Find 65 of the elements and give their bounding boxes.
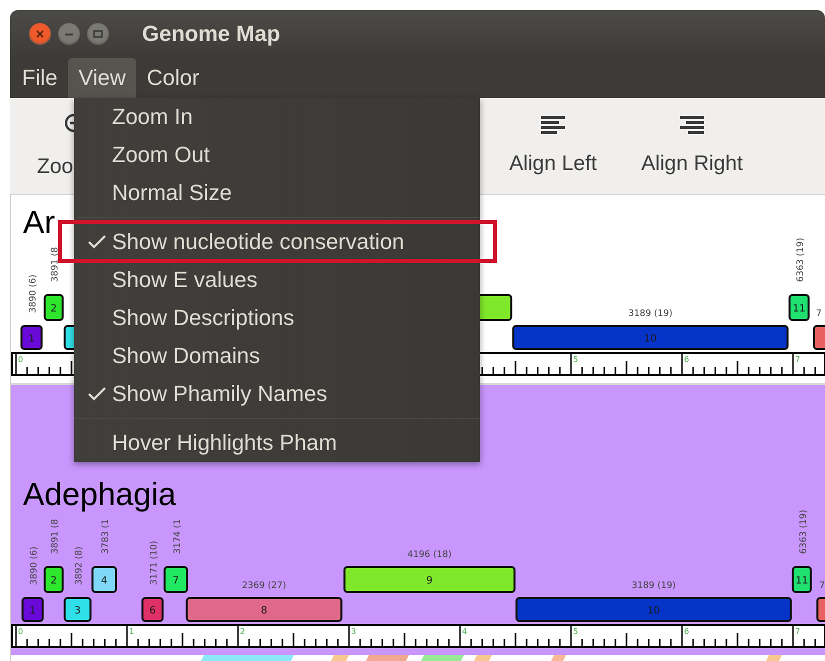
gene-block[interactable]: 9 xyxy=(343,566,516,593)
gene-label: 7 xyxy=(819,581,825,591)
phage-name: Ar xyxy=(23,204,55,240)
gene-label: 3171 (10) xyxy=(150,540,160,585)
align-left-icon xyxy=(541,116,565,134)
gene-label: 3174 (1 xyxy=(172,518,183,554)
menu-item[interactable]: Show E values xyxy=(74,261,480,299)
gene-label: 3783 (1 xyxy=(101,518,112,554)
scale-number: 5 xyxy=(573,355,578,364)
gene-block[interactable]: 2 xyxy=(44,294,64,321)
menu-item[interactable]: Zoom In xyxy=(74,98,480,136)
scale-number: 4 xyxy=(462,627,468,636)
toolbar-button[interactable]: Align Left xyxy=(490,116,616,176)
gene-label: 3891 (8 xyxy=(50,246,61,282)
phage-name: Adephagia xyxy=(23,476,176,512)
gene-block[interactable]: 8 xyxy=(186,597,342,622)
gene-label: 3892 (8) xyxy=(74,546,85,585)
scale-number: 1 xyxy=(129,627,134,636)
align-right-icon xyxy=(680,116,704,134)
minimize-button[interactable] xyxy=(58,23,80,45)
gene-label: 3189 (19) xyxy=(628,309,672,319)
gene-block[interactable]: 3 xyxy=(64,597,92,622)
gene-label: 3890 (6) xyxy=(30,546,40,585)
gene-label: 2369 (27) xyxy=(242,581,286,591)
maximize-button[interactable] xyxy=(87,23,109,45)
scale-number: 0 xyxy=(18,355,24,364)
scale-number: 0 xyxy=(18,627,24,636)
gene-label: 6363 (19) xyxy=(796,238,806,282)
scale-number: 3 xyxy=(351,627,356,636)
gene-block[interactable]: 11 xyxy=(792,566,812,593)
gene-block[interactable] xyxy=(816,597,825,622)
scale-number: 2 xyxy=(240,627,246,636)
gene-block[interactable] xyxy=(812,325,825,350)
menu-item[interactable]: Hover Highlights Pham xyxy=(74,424,480,462)
scale-number: 6 xyxy=(684,627,690,636)
scale-number: 7 xyxy=(795,355,800,364)
maximize-icon xyxy=(93,30,103,38)
gene-block[interactable]: 6 xyxy=(141,597,164,622)
scale-number: 7 xyxy=(795,627,800,636)
scale-number: 5 xyxy=(573,627,578,636)
menu-item[interactable]: View xyxy=(68,58,136,98)
menu-item[interactable]: Zoom Out xyxy=(74,136,480,174)
menu-item[interactable]: Color xyxy=(138,58,208,98)
window-title: Genome Map xyxy=(142,21,280,47)
minimize-icon xyxy=(64,32,74,36)
gene-label: 3890 (6) xyxy=(28,274,39,313)
gene-label: 3189 (19) xyxy=(632,581,676,591)
menu-item[interactable]: Normal Size xyxy=(74,174,480,212)
close-icon xyxy=(35,29,45,39)
toolbar-button[interactable]: Align Right xyxy=(628,116,756,176)
gene-block[interactable]: 4 xyxy=(91,566,117,593)
gene-label: 7 xyxy=(816,309,822,319)
gene-label: 3891 (8 xyxy=(50,518,61,554)
scale-number: 6 xyxy=(684,355,690,364)
menu-item[interactable]: Show nucleotide conservation xyxy=(74,223,480,261)
menu-item[interactable]: Show Descriptions xyxy=(74,299,480,337)
gene-block[interactable]: 11 xyxy=(788,294,810,321)
gene-block[interactable]: 2 xyxy=(44,566,64,593)
menu-item[interactable]: File xyxy=(14,58,66,98)
gene-block[interactable]: 7 xyxy=(164,566,188,593)
close-button[interactable] xyxy=(29,23,51,45)
menu-item[interactable]: Show Phamily Names xyxy=(74,375,480,413)
gene-label: 4196 (18) xyxy=(407,550,452,560)
gene-label: 6363 (19) xyxy=(798,510,809,554)
menu-item[interactable]: Show Domains xyxy=(74,337,480,375)
